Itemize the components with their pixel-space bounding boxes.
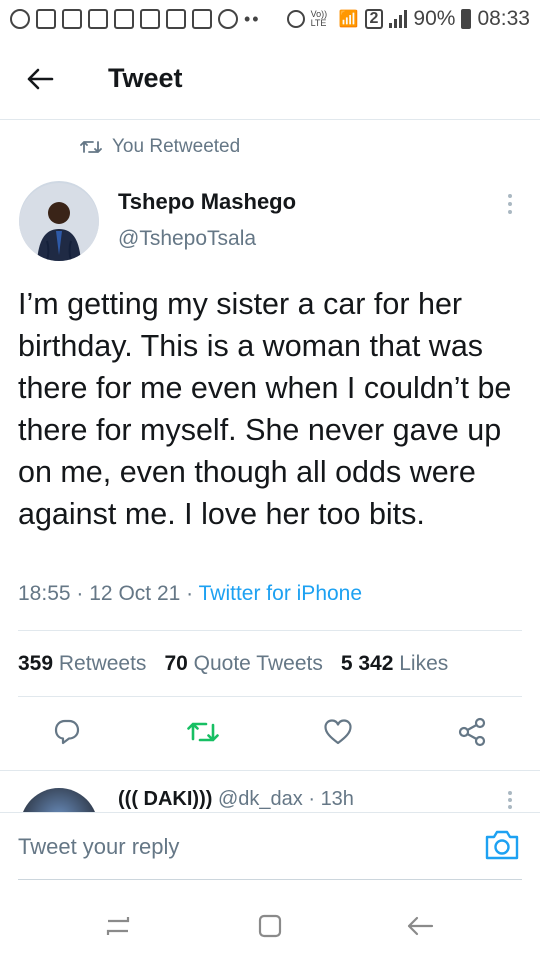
retweet-icon xyxy=(187,722,219,742)
reply-author-handle: @dk_dax xyxy=(217,788,303,810)
divider xyxy=(18,696,522,697)
share-icon xyxy=(458,717,486,747)
tweet-actions xyxy=(0,710,540,760)
tweet-text: I’m getting my sister a car for her birt… xyxy=(18,287,512,531)
reply-author-name: ((( DAKI))) xyxy=(118,788,213,810)
tweet-time: 18:55 xyxy=(18,582,71,605)
home-icon xyxy=(258,914,282,938)
retweets-stat[interactable]: 359 Retweets xyxy=(18,652,146,676)
like-button[interactable] xyxy=(316,710,360,754)
quote-tweets-stat[interactable]: 70 Quote Tweets xyxy=(164,652,322,676)
avatar-image xyxy=(19,181,99,261)
reply-button[interactable] xyxy=(45,710,89,754)
tweet-date: 12 Oct 21 xyxy=(89,582,181,605)
reply-input[interactable] xyxy=(18,827,458,867)
app-header: Tweet xyxy=(0,38,540,120)
retweet-button[interactable] xyxy=(181,710,225,754)
camera-button[interactable] xyxy=(484,829,524,865)
page-title: Tweet xyxy=(108,63,183,93)
facebook-notification-icon xyxy=(10,9,30,29)
tweet-options-button[interactable] xyxy=(496,186,524,222)
system-indicators: Vo)) LTE 📶 2 90% 08:33 xyxy=(286,7,530,31)
retweet-context-label: You Retweeted xyxy=(112,136,241,157)
record-notification-icon xyxy=(218,9,238,29)
meta-separator: · xyxy=(308,788,315,810)
tweet-source-link[interactable]: Twitter for iPhone xyxy=(199,582,362,605)
retweets-label: Retweets xyxy=(58,652,147,675)
battery-icon xyxy=(461,9,472,29)
reply-time: 13h xyxy=(320,788,354,810)
volte-indicator: Vo)) LTE xyxy=(310,9,328,28)
likes-label: Likes xyxy=(399,652,449,675)
author-handle[interactable]: @TshepoTsala xyxy=(118,227,256,251)
retweet-context: You Retweeted xyxy=(80,136,240,158)
recent-apps-button[interactable] xyxy=(98,906,138,946)
retweet-icon xyxy=(80,141,102,153)
status-bar: •• Vo)) LTE 📶 2 90% 08:33 xyxy=(0,0,540,38)
clock: 08:33 xyxy=(477,7,530,30)
quote-tweets-label: Quote Tweets xyxy=(193,652,323,675)
retweets-count: 359 xyxy=(18,652,54,675)
image-notification-icon xyxy=(62,9,82,29)
quote-tweets-count: 70 xyxy=(164,652,188,675)
heart-icon xyxy=(324,719,352,745)
tweet-meta: 18:55 · 12 Oct 21 · Twitter for iPhone xyxy=(18,582,362,606)
home-button[interactable] xyxy=(250,906,290,946)
notification-icons: •• xyxy=(10,9,261,30)
alarm-icon xyxy=(286,10,305,28)
reply-preview[interactable]: ((( DAKI))) @dk_dax · 13h xyxy=(0,770,540,812)
meta-separator: · xyxy=(76,582,84,605)
likes-count: 5 342 xyxy=(340,652,394,675)
gmail-notification-icon xyxy=(140,9,160,29)
nav-back-button[interactable] xyxy=(400,906,440,946)
likes-stat[interactable]: 5 342 Likes xyxy=(341,652,448,676)
sim-indicator: 2 xyxy=(364,9,384,29)
author-name[interactable]: Tshepo Mashego xyxy=(118,189,296,215)
wifi-icon: 📶 xyxy=(338,11,359,28)
reply-input-underline xyxy=(18,879,522,880)
gmail-notification-icon xyxy=(114,9,134,29)
gmail-notification-icon xyxy=(88,9,108,29)
author-avatar[interactable] xyxy=(19,181,99,261)
system-nav-bar xyxy=(0,888,540,960)
camera-icon xyxy=(485,830,519,860)
signal-icon xyxy=(389,10,408,28)
reply-bar xyxy=(0,812,540,880)
meta-separator: · xyxy=(186,582,194,605)
recent-apps-icon xyxy=(106,917,130,935)
reply-author-line: ((( DAKI))) @dk_dax · 13h xyxy=(118,788,354,811)
reply-icon xyxy=(54,719,80,745)
reply-options-button[interactable] xyxy=(496,791,524,812)
share-button[interactable] xyxy=(450,710,494,754)
arrow-left-icon xyxy=(27,68,54,89)
message-notification-icon xyxy=(36,9,56,29)
checkbox-notification-icon xyxy=(192,9,212,29)
tweet-stats: 359 Retweets 70 Quote Tweets 5 342 Likes xyxy=(18,652,448,676)
reply-avatar[interactable] xyxy=(20,788,98,812)
battery-percent: 90% xyxy=(413,7,456,30)
more-notifications-icon: •• xyxy=(244,8,261,29)
divider xyxy=(18,630,522,631)
back-arrow-icon xyxy=(407,916,434,936)
gmail-notification-icon xyxy=(166,9,186,29)
back-button[interactable] xyxy=(14,53,66,105)
